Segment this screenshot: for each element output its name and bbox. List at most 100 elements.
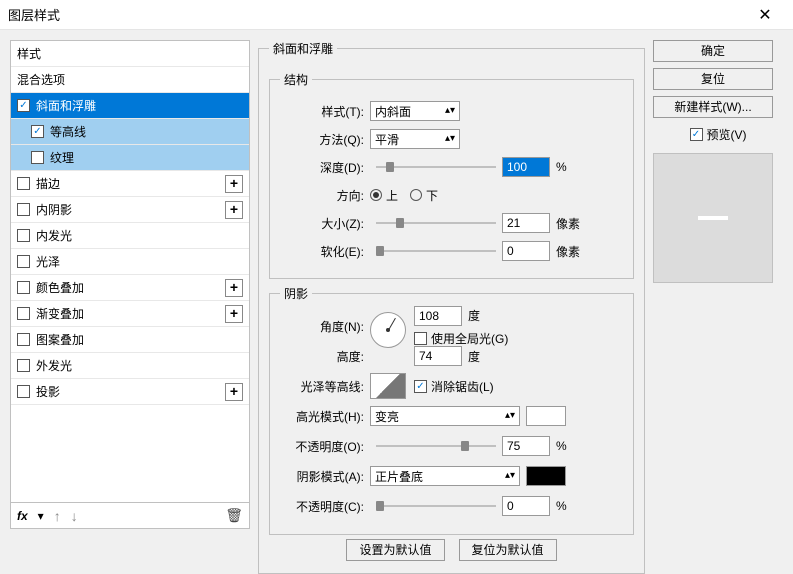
angle-unit: 度 (468, 307, 480, 324)
style-select[interactable]: 内斜面 ▴▾ (370, 101, 460, 121)
inner-shadow-label: 内阴影 (36, 201, 225, 218)
blend-options-row[interactable]: 混合选项 (11, 67, 249, 93)
global-light-checkbox[interactable]: 使用全局光(G) (414, 330, 508, 347)
angle-input[interactable] (414, 306, 462, 326)
outer-glow-row[interactable]: 外发光 (11, 353, 249, 379)
texture-checkbox[interactable] (31, 151, 44, 164)
depth-input[interactable] (502, 157, 550, 177)
styles-header-label: 样式 (17, 45, 243, 62)
highlight-mode-select[interactable]: 变亮 ▴▾ (370, 406, 520, 426)
styles-header-row[interactable]: 样式 (11, 41, 249, 67)
fx-menu-button[interactable]: fx (17, 509, 28, 523)
contour-checkbox[interactable] (31, 125, 44, 138)
contour-sub-row[interactable]: 等高线 (11, 119, 249, 145)
soften-unit: 像素 (556, 243, 580, 260)
shadow-mode-select[interactable]: 正片叠底 ▴▾ (370, 466, 520, 486)
color-overlay-checkbox[interactable] (17, 281, 30, 294)
altitude-row: 高度: 度 (280, 342, 623, 370)
antialias-checkbox[interactable]: 消除锯齿(L) (414, 378, 494, 395)
global-light-label: 使用全局光(G) (431, 330, 508, 347)
ok-button[interactable]: 确定 (653, 40, 773, 62)
shadow-color-swatch[interactable] (526, 466, 566, 486)
stroke-label: 描边 (36, 175, 225, 192)
shadow-opacity-input[interactable] (502, 496, 550, 516)
satin-checkbox[interactable] (17, 255, 30, 268)
preview-label: 预览(V) (707, 126, 747, 143)
satin-row[interactable]: 光泽 (11, 249, 249, 275)
method-select[interactable]: 平滑 ▴▾ (370, 129, 460, 149)
cancel-button[interactable]: 复位 (653, 68, 773, 90)
drop-shadow-add-icon[interactable]: + (225, 383, 243, 401)
fx-menu-arrow-icon[interactable]: ▾ (38, 509, 44, 523)
make-default-button[interactable]: 设置为默认值 (346, 539, 444, 561)
texture-sub-row[interactable]: 纹理 (11, 145, 249, 171)
preview-checkbox[interactable]: 预览(V) (653, 126, 783, 143)
direction-up-radio[interactable]: 上 (370, 187, 398, 204)
highlight-color-swatch[interactable] (526, 406, 566, 426)
slider-thumb-icon[interactable] (461, 441, 469, 451)
blend-options-label: 混合选项 (17, 71, 243, 88)
bevel-emboss-row[interactable]: 斜面和浮雕 (11, 93, 249, 119)
highlight-opacity-input[interactable] (502, 436, 550, 456)
move-down-icon[interactable]: ↓ (71, 508, 78, 524)
inner-shadow-checkbox[interactable] (17, 203, 30, 216)
depth-slider[interactable] (376, 166, 496, 168)
default-buttons-row: 设置为默认值 复位为默认值 (269, 539, 634, 561)
color-overlay-row[interactable]: 颜色叠加 + (11, 275, 249, 301)
pattern-overlay-row[interactable]: 图案叠加 (11, 327, 249, 353)
stroke-add-icon[interactable]: + (225, 175, 243, 193)
altitude-input[interactable] (414, 346, 462, 366)
shadow-opacity-unit: % (556, 499, 567, 513)
inner-shadow-add-icon[interactable]: + (225, 201, 243, 219)
select-arrows-icon: ▴▾ (445, 107, 455, 115)
gradient-overlay-row[interactable]: 渐变叠加 + (11, 301, 249, 327)
bevel-label: 斜面和浮雕 (36, 97, 243, 114)
inner-glow-row[interactable]: 内发光 (11, 223, 249, 249)
shading-legend: 阴影 (280, 285, 312, 302)
angle-dial[interactable] (370, 312, 406, 348)
size-input[interactable] (502, 213, 550, 233)
gradient-overlay-add-icon[interactable]: + (225, 305, 243, 323)
size-slider[interactable] (376, 222, 496, 224)
inner-glow-checkbox[interactable] (17, 229, 30, 242)
altitude-unit: 度 (468, 348, 480, 365)
slider-thumb-icon[interactable] (386, 162, 394, 172)
direction-up-label: 上 (386, 187, 398, 204)
gloss-contour-picker[interactable] (370, 373, 406, 399)
inner-shadow-row[interactable]: 内阴影 + (11, 197, 249, 223)
soften-row: 软化(E): 像素 (280, 238, 623, 264)
trash-icon[interactable]: 🗑 (225, 507, 243, 524)
stroke-checkbox[interactable] (17, 177, 30, 190)
new-style-button[interactable]: 新建样式(W)... (653, 96, 773, 118)
gradient-overlay-checkbox[interactable] (17, 307, 30, 320)
soften-slider[interactable] (376, 250, 496, 252)
outer-glow-checkbox[interactable] (17, 359, 30, 372)
drop-shadow-checkbox[interactable] (17, 385, 30, 398)
style-value: 内斜面 (375, 103, 411, 120)
slider-thumb-icon[interactable] (376, 501, 384, 511)
pattern-overlay-checkbox[interactable] (17, 333, 30, 346)
size-row: 大小(Z): 像素 (280, 210, 623, 236)
reset-default-button[interactable]: 复位为默认值 (459, 539, 557, 561)
slider-thumb-icon[interactable] (396, 218, 404, 228)
close-button[interactable]: ✕ (745, 1, 785, 29)
color-overlay-add-icon[interactable]: + (225, 279, 243, 297)
highlight-mode-label: 高光模式(H): (280, 408, 370, 425)
bevel-checkbox[interactable] (17, 99, 30, 112)
highlight-opacity-slider[interactable] (376, 445, 496, 447)
soften-label: 软化(E): (280, 243, 370, 260)
gloss-contour-row: 光泽等高线: 消除锯齿(L) (280, 372, 623, 400)
satin-label: 光泽 (36, 253, 243, 270)
dialog-content: 样式 混合选项 斜面和浮雕 等高线 纹理 描边 + (0, 30, 793, 539)
direction-down-radio[interactable]: 下 (410, 187, 438, 204)
size-unit: 像素 (556, 215, 580, 232)
move-up-icon[interactable]: ↑ (54, 508, 61, 524)
outer-glow-label: 外发光 (36, 357, 243, 374)
structure-group: 结构 样式(T): 内斜面 ▴▾ 方法(Q): 平滑 ▴▾ (269, 71, 634, 279)
shadow-opacity-slider[interactable] (376, 505, 496, 507)
soften-input[interactable] (502, 241, 550, 261)
slider-thumb-icon[interactable] (376, 246, 384, 256)
shading-group: 阴影 角度(N): 度 使用全局光(G) (269, 285, 634, 535)
stroke-row[interactable]: 描边 + (11, 171, 249, 197)
drop-shadow-row[interactable]: 投影 + (11, 379, 249, 405)
